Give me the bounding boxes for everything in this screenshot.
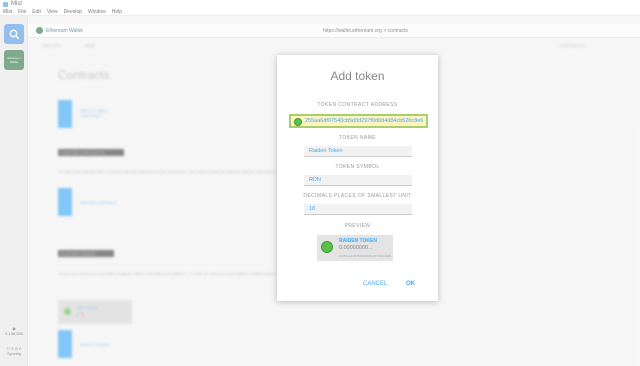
preview-label: PREVIEW — [344, 223, 371, 229]
address-label: TOKEN CONTRACT ADDRESS — [317, 102, 398, 108]
add-token-dialog: Add token TOKEN CONTRACT ADDRESS 255aa6d… — [277, 55, 438, 301]
decimals-label: DECIMALS PLACES OF SMALLEST UNIT — [303, 193, 412, 199]
token-preview-card: RAIDEN TOKEN 0.00000000... 0x255aa6df075… — [317, 235, 393, 261]
token-name-label: TOKEN NAME — [339, 135, 376, 141]
token-symbol-input[interactable]: RDN — [304, 175, 412, 186]
preview-token-amount: 0.00000000... — [339, 245, 373, 251]
preview-token-name: RAIDEN TOKEN — [339, 238, 377, 244]
ok-button[interactable]: OK — [406, 281, 415, 287]
dialog-title: Add token — [330, 69, 385, 83]
address-identicon — [294, 118, 302, 126]
decimals-input[interactable]: 18 — [304, 204, 412, 215]
token-symbol-label: TOKEN SYMBOL — [335, 164, 380, 170]
cancel-button[interactable]: CANCEL — [363, 281, 387, 287]
preview-token-address: 0x255aa6df07540cb5d3d297f0d0d4d84cb52bc8… — [339, 254, 391, 258]
token-address-input[interactable]: 255aa6df07540cb5d3d297f0d0d4d84cb52bc8e6 — [289, 114, 428, 128]
preview-identicon — [321, 241, 333, 253]
token-name-input[interactable]: Raiden Token — [304, 146, 412, 157]
